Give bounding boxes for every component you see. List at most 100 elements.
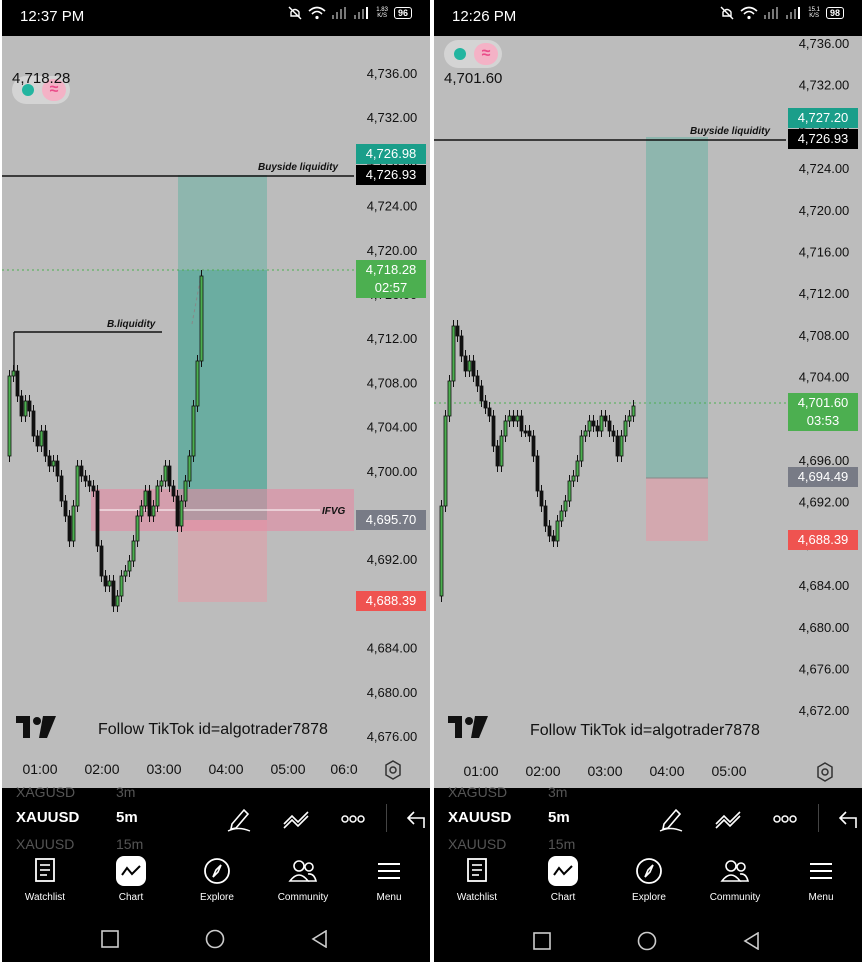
candle-body bbox=[611, 430, 616, 437]
nav-label: Chart bbox=[118, 892, 144, 903]
home-circle-icon[interactable] bbox=[205, 929, 225, 949]
candle-body bbox=[591, 420, 596, 427]
entry-price-badge: 4,694.49 bbox=[788, 467, 858, 487]
last-price-readout: 4,701.60 bbox=[444, 70, 503, 87]
more-options-icon[interactable] bbox=[338, 806, 368, 832]
price-tick-label: 4,692.00 bbox=[367, 552, 418, 567]
stop-zone[interactable] bbox=[178, 520, 267, 602]
undo-icon[interactable] bbox=[836, 806, 862, 832]
price-tick-label: 4,692.00 bbox=[799, 495, 850, 510]
time-tick-label: 05:00 bbox=[711, 763, 746, 779]
mute-icon bbox=[720, 6, 734, 20]
symbol-selector[interactable]: XAUUSD bbox=[16, 809, 79, 826]
watermark-text: Follow TikTok id=algotrader7878 bbox=[98, 721, 328, 738]
chart-toolbar: XAGUSD 3m XAUUSD 5m XAUUSD 15m bbox=[2, 784, 430, 852]
candle-countdown: 02:57 bbox=[374, 280, 408, 295]
stop-zone[interactable] bbox=[646, 478, 708, 541]
b-liquidity-label: B.liquidity bbox=[107, 319, 156, 330]
recents-square-icon[interactable] bbox=[533, 932, 551, 950]
candle-body bbox=[155, 485, 160, 507]
nav-menu[interactable]: Menu bbox=[346, 856, 430, 903]
candle-body bbox=[127, 560, 132, 572]
signal-icon bbox=[332, 7, 347, 19]
draw-pencil-icon[interactable] bbox=[656, 806, 686, 832]
candle-countdown: 03:53 bbox=[806, 413, 840, 428]
timeframe-selector[interactable]: 5m bbox=[116, 809, 138, 826]
nav-label: Menu bbox=[808, 892, 834, 903]
candle-body bbox=[455, 325, 460, 337]
price-tick-label: 4,700.00 bbox=[367, 464, 418, 479]
signal-icon bbox=[764, 7, 779, 19]
chart-area[interactable]: Buyside liquidity B.liquidity IFVG 4,736… bbox=[2, 36, 430, 788]
back-triangle-icon[interactable] bbox=[743, 932, 761, 950]
candle-body bbox=[159, 480, 164, 487]
more-options-icon[interactable] bbox=[770, 806, 800, 832]
candle-body bbox=[443, 415, 448, 507]
recents-square-icon[interactable] bbox=[101, 930, 119, 948]
ifvg-label: IFVG bbox=[322, 506, 346, 517]
candle-body bbox=[575, 460, 580, 477]
time-axis[interactable]: 01:00 02:00 03:00 04:00 05:00 06:0 bbox=[22, 761, 357, 777]
price-tick-label: 4,708.00 bbox=[367, 375, 418, 390]
candle-body bbox=[451, 325, 456, 382]
nav-watchlist[interactable]: Watchlist bbox=[434, 856, 520, 903]
community-icon bbox=[720, 860, 750, 882]
undo-icon[interactable] bbox=[404, 806, 430, 832]
candle-body bbox=[95, 490, 100, 547]
nav-chart[interactable]: Chart bbox=[520, 856, 606, 903]
chart-icon bbox=[121, 865, 141, 876]
chart-area[interactable]: Buyside liquidity 4,736.004,732.004,728.… bbox=[434, 36, 862, 788]
nav-community[interactable]: Community bbox=[260, 856, 346, 903]
last-price-readout: 4,718.28 bbox=[12, 70, 71, 87]
candle-body bbox=[607, 420, 612, 432]
nav-label: Community bbox=[277, 892, 329, 903]
candle-body bbox=[507, 415, 512, 422]
nav-community[interactable]: Community bbox=[692, 856, 778, 903]
current-price-badge: 4,718.28 02:57 bbox=[356, 260, 426, 298]
time-tick-label: 02:00 bbox=[525, 763, 560, 779]
tp-price-badge: 4,726.98 bbox=[356, 144, 426, 164]
home-circle-icon[interactable] bbox=[637, 931, 657, 951]
symbol-selector[interactable]: XAUUSD bbox=[448, 809, 511, 826]
candle-body bbox=[115, 595, 120, 607]
candle-body bbox=[555, 520, 560, 542]
nav-menu[interactable]: Menu bbox=[778, 856, 862, 903]
settings-gear-icon[interactable] bbox=[383, 760, 403, 780]
draw-pencil-icon[interactable] bbox=[224, 806, 254, 832]
mute-icon bbox=[288, 6, 302, 20]
candle-body bbox=[539, 490, 544, 507]
candle-body bbox=[15, 370, 20, 397]
drawing-tools-icon[interactable] bbox=[282, 806, 312, 832]
nav-explore[interactable]: Explore bbox=[606, 856, 692, 903]
time-tick-label: 06:0 bbox=[330, 761, 357, 777]
candle-body bbox=[543, 505, 548, 527]
status-bar: 12:26 PM 15.1 K/S 98 bbox=[434, 0, 862, 36]
nav-chart[interactable]: Chart bbox=[88, 856, 174, 903]
target-zone[interactable] bbox=[646, 137, 708, 478]
nav-explore[interactable]: Explore bbox=[174, 856, 260, 903]
candle-body bbox=[151, 505, 156, 517]
candle-body bbox=[483, 400, 488, 409]
drawing-tools-icon[interactable] bbox=[714, 806, 744, 832]
nav-label: Watchlist bbox=[24, 892, 66, 903]
candle-body bbox=[191, 405, 196, 457]
candle-body bbox=[479, 385, 484, 402]
bottom-navigation: Watchlist Chart Explore Community Menu bbox=[2, 850, 430, 916]
price-tick-label: 4,680.00 bbox=[799, 620, 850, 635]
indicator-toggle[interactable]: ≈ bbox=[444, 40, 502, 68]
candle-body bbox=[631, 405, 636, 417]
candle-body bbox=[503, 420, 508, 437]
timeframe-selector[interactable]: 5m bbox=[548, 809, 570, 826]
settings-gear-icon[interactable] bbox=[815, 762, 835, 782]
signal-icon-2 bbox=[354, 7, 369, 19]
candle-body bbox=[111, 580, 116, 607]
candle-body bbox=[195, 360, 200, 407]
time-tick-label: 03:00 bbox=[587, 763, 622, 779]
back-triangle-icon[interactable] bbox=[311, 930, 329, 948]
candle-body bbox=[91, 485, 96, 492]
nav-watchlist[interactable]: Watchlist bbox=[2, 856, 88, 903]
battery-indicator: 96 bbox=[393, 7, 412, 19]
candle-body bbox=[83, 475, 88, 482]
time-axis[interactable]: 01:00 02:00 03:00 04:00 05:00 bbox=[463, 763, 746, 779]
candle-body bbox=[171, 485, 176, 497]
